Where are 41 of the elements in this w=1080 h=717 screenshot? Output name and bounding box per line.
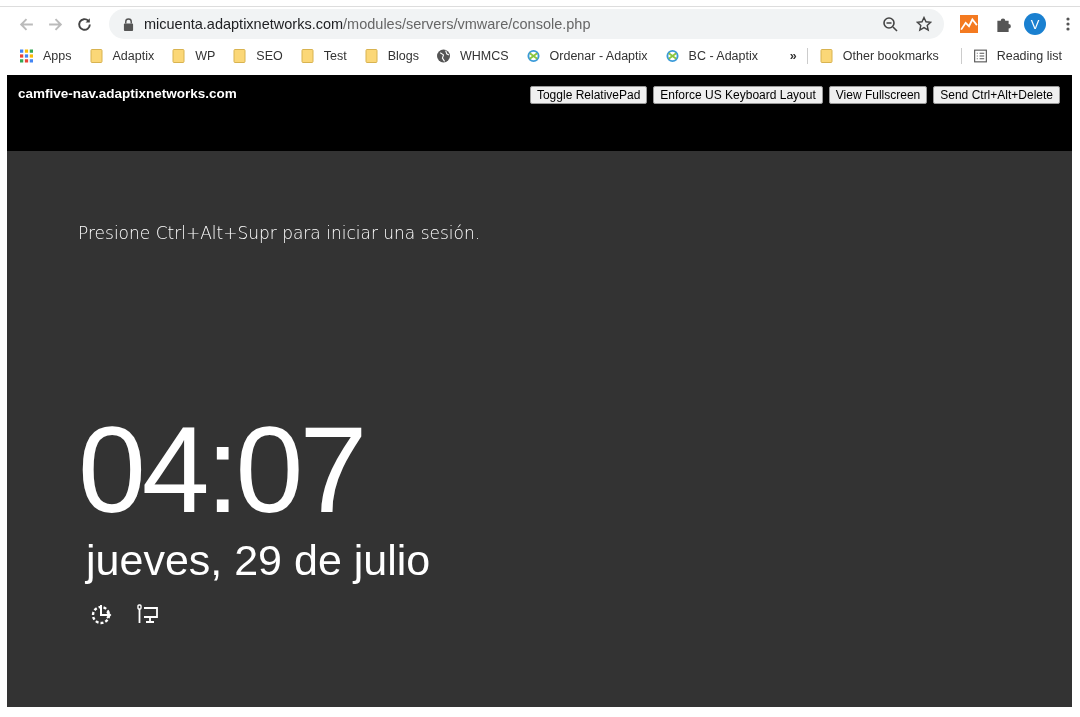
profile-avatar[interactable]: V — [1024, 13, 1046, 35]
folder-icon — [300, 49, 314, 63]
colorful-logo-icon — [526, 49, 540, 63]
bookmark-item[interactable]: SEO — [233, 49, 283, 63]
clock-time: 04:07 — [78, 409, 365, 531]
bookmark-item[interactable]: Other bookmarks — [819, 49, 939, 63]
folder-icon — [233, 49, 247, 63]
bookmark-item[interactable]: WHMCS — [436, 49, 509, 63]
folder-icon — [172, 49, 186, 63]
zoom-out-icon[interactable] — [882, 16, 898, 32]
console-button[interactable]: Toggle RelativePad — [529, 86, 648, 104]
globe-icon — [436, 49, 450, 63]
bookmark-item[interactable]: Ordenar - Adaptix — [526, 49, 648, 63]
bookmark-item[interactable]: BC - Adaptix — [665, 49, 759, 63]
folder-icon — [364, 49, 378, 63]
folder-icon — [89, 49, 103, 63]
url-text: micuenta.adaptixnetworks.com/modules/servers/vmware/console.php — [144, 16, 592, 32]
bookmark-item[interactable]: Test — [300, 49, 347, 63]
console-button[interactable]: Send Ctrl+Alt+Delete — [933, 86, 1060, 104]
chart-extension-icon[interactable] — [960, 15, 978, 33]
reading-list-item[interactable]: Reading list — [973, 49, 1062, 63]
bookmark-item[interactable]: Blogs — [364, 49, 419, 63]
apps-grid-icon — [20, 49, 33, 63]
host-name: camfive-nav.adaptixnetworks.com — [18, 86, 237, 101]
bookmark-item[interactable]: Apps — [20, 49, 72, 63]
star-icon[interactable] — [916, 16, 932, 32]
bookmark-item[interactable]: WP — [172, 49, 216, 63]
sign-in-prompt: Presione Ctrl+Alt+Supr para iniciar una sesión. — [78, 223, 482, 243]
lock-icon[interactable] — [123, 17, 134, 31]
more-bookmarks-chevron[interactable]: » — [789, 49, 797, 63]
folder-icon — [819, 49, 833, 63]
address-bar[interactable]: micuenta.adaptixnetworks.com/modules/servers/vmware/console.php — [109, 9, 944, 39]
bookmark-item[interactable]: Adaptix — [89, 49, 155, 63]
console-button[interactable]: Enforce US Keyboard Layout — [653, 86, 823, 104]
accessibility-icon[interactable] — [90, 602, 114, 627]
menu-icon[interactable] — [1066, 16, 1070, 32]
clock-date: jueves, 29 de julio — [86, 537, 432, 585]
reload-icon[interactable] — [76, 15, 93, 33]
console-button[interactable]: View Fullscreen — [828, 86, 928, 104]
list-icon — [973, 49, 987, 63]
colorful-logo-icon — [665, 49, 679, 63]
